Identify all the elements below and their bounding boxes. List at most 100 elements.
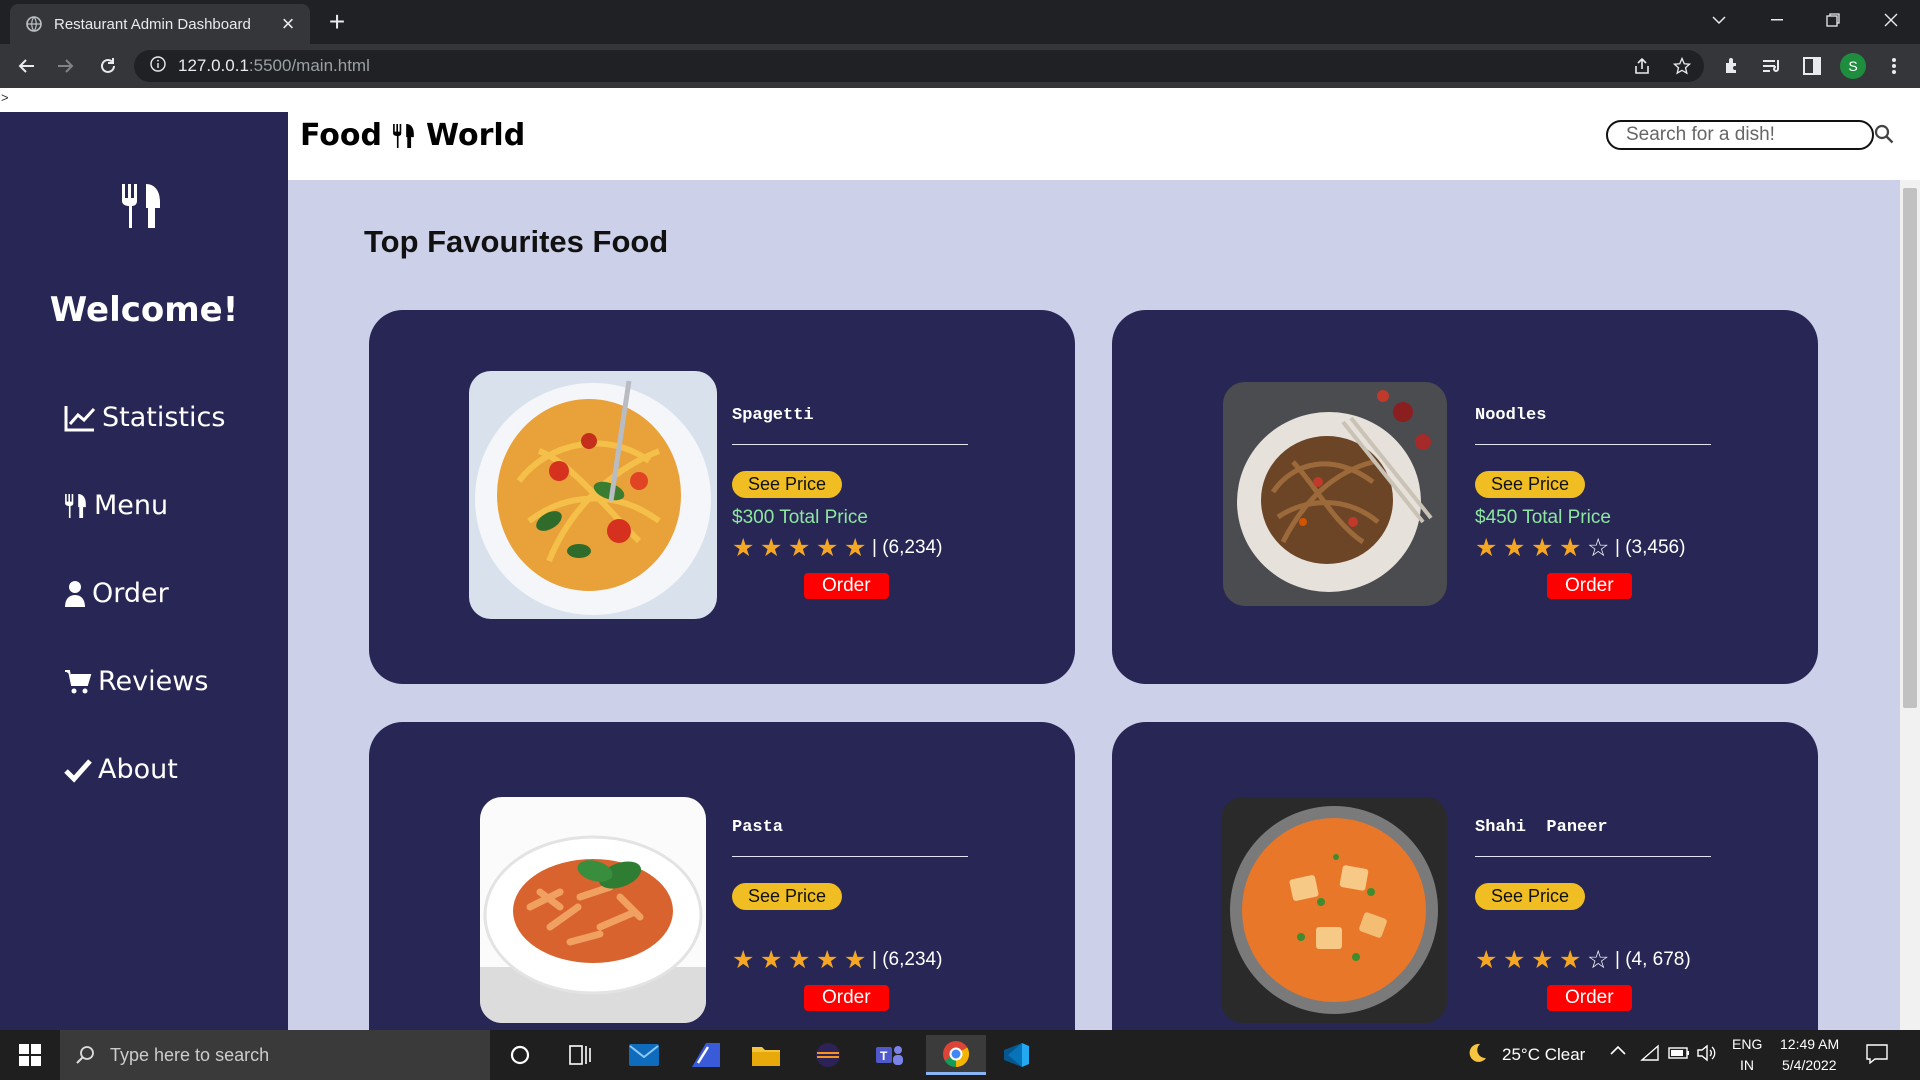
sidebar-item-statistics[interactable]: Statistics [64, 402, 225, 433]
total-price: $300 Total Price [732, 507, 868, 528]
brand-text-right: World [425, 118, 526, 153]
info-icon[interactable] [150, 55, 166, 77]
back-arrow-icon[interactable] [12, 52, 40, 80]
minimize-icon[interactable] [1752, 0, 1802, 40]
sidebar-item-order[interactable]: Order [64, 578, 169, 609]
windows-taskbar: Type here to search T 25°C Clear ENG IN … [0, 1030, 1920, 1080]
extensions-icon[interactable] [1720, 54, 1744, 78]
search-icon [76, 1046, 94, 1064]
more-menu-icon[interactable] [1882, 54, 1906, 78]
chrome-icon[interactable] [926, 1035, 986, 1075]
language-bottom[interactable]: IN [1740, 1057, 1754, 1073]
mail-icon[interactable] [618, 1035, 670, 1075]
media-control-icon[interactable] [1760, 54, 1784, 78]
taskbar-search[interactable]: Type here to search [60, 1030, 490, 1080]
order-button[interactable]: Order [804, 573, 889, 599]
brand-logo[interactable]: Food World [300, 118, 525, 153]
star-filled-icon: ★ [1531, 534, 1554, 562]
cortana-icon[interactable] [494, 1035, 546, 1075]
restore-icon[interactable] [1808, 0, 1858, 40]
new-tab-icon[interactable]: + [322, 8, 352, 36]
total-price [1475, 919, 1711, 943]
check-icon [64, 758, 92, 783]
order-button[interactable]: Order [1547, 573, 1632, 599]
tab-close-icon[interactable]: × [278, 13, 298, 35]
user-icon [65, 580, 85, 607]
clock-time[interactable]: 12:49 AM [1780, 1036, 1839, 1052]
sidebar: Welcome! Statistics Menu Order Reviews A… [0, 112, 288, 1030]
weather-moon-icon[interactable] [1466, 1042, 1488, 1069]
profile-avatar[interactable]: S [1840, 53, 1866, 79]
divider [732, 444, 968, 445]
side-panel-icon[interactable] [1800, 54, 1824, 78]
review-count: | (3,456) [1615, 537, 1686, 558]
teams-icon[interactable]: T [864, 1035, 916, 1075]
bookmark-star-icon[interactable] [1670, 54, 1694, 78]
review-count: | (4, 678) [1615, 949, 1691, 970]
order-button[interactable]: Order [804, 985, 889, 1011]
sidebar-item-label: About [98, 754, 178, 785]
star-filled-icon: ★ [1531, 946, 1554, 974]
stars: ★ ★ ★ ★ ★ [732, 535, 872, 561]
sidebar-item-label: Statistics [102, 402, 226, 433]
vscode-icon[interactable] [990, 1035, 1042, 1075]
sidebar-item-menu[interactable]: Menu [64, 490, 168, 521]
see-price-button[interactable]: See Price [1475, 883, 1586, 910]
tab-search-icon[interactable] [1694, 0, 1744, 40]
see-price-button[interactable]: See Price [732, 883, 843, 910]
task-view-icon[interactable] [554, 1035, 606, 1075]
star-filled-icon: ★ [1503, 534, 1526, 562]
star-filled-icon: ★ [1503, 946, 1526, 974]
powerapps-icon[interactable] [680, 1035, 732, 1075]
dish-name: Noodles [1475, 406, 1547, 425]
rating: ★ ★ ★ ★ ★ | (6,234) [732, 947, 968, 973]
sidebar-item-reviews[interactable]: Reviews [64, 666, 208, 697]
url-host: 127.0.0.1 [178, 56, 249, 75]
dish-name: Pasta [732, 818, 784, 837]
page-scrollbar[interactable] [1900, 180, 1920, 1030]
language-top[interactable]: ENG [1732, 1036, 1762, 1052]
address-bar[interactable]: 127.0.0.1:5500/main.html [134, 50, 1704, 82]
chevron-up-icon[interactable] [1610, 1042, 1626, 1060]
sidebar-item-about[interactable]: About [64, 754, 178, 785]
close-window-icon[interactable] [1866, 0, 1916, 40]
review-count: | (6,234) [872, 949, 943, 970]
forward-arrow-icon[interactable] [52, 52, 80, 80]
network-icon[interactable] [1640, 1044, 1660, 1067]
weather-text[interactable]: 25°C Clear [1502, 1045, 1585, 1065]
file-explorer-icon[interactable] [740, 1035, 792, 1075]
windows-start-icon[interactable] [6, 1035, 54, 1075]
share-icon[interactable] [1630, 54, 1654, 78]
sidebar-item-label: Order [92, 578, 169, 609]
notification-icon[interactable] [1866, 1044, 1888, 1069]
reload-icon[interactable] [94, 52, 122, 80]
utensils-icon [393, 123, 414, 148]
food-image-noodles [1223, 382, 1447, 606]
star-filled-icon: ★ [1559, 534, 1582, 562]
svg-text:T: T [880, 1049, 888, 1063]
see-price-button[interactable]: See Price [732, 471, 843, 498]
sidebar-item-label: Reviews [98, 666, 209, 697]
search-input[interactable] [1606, 120, 1874, 150]
scrollbar-thumb[interactable] [1903, 188, 1917, 708]
food-info: Pasta See Price ★ ★ ★ ★ ★ | (6,234) Order [732, 818, 968, 1011]
volume-icon[interactable] [1696, 1044, 1716, 1067]
eclipse-icon[interactable] [802, 1035, 854, 1075]
clock-date[interactable]: 5/4/2022 [1782, 1057, 1837, 1073]
utensils-logo-icon [120, 182, 164, 230]
brand-text-left: Food [300, 118, 382, 153]
food-card: Noodles See Price $450 Total Price ★ ★ ★ ★ ☆… [1112, 310, 1818, 684]
battery-icon[interactable] [1668, 1046, 1690, 1064]
search-icon[interactable] [1874, 124, 1898, 148]
browser-tab[interactable]: Restaurant Admin Dashboard × [10, 4, 310, 44]
star-empty-icon: ☆ [1587, 946, 1610, 974]
see-price-button[interactable]: See Price [1475, 471, 1586, 498]
stars: ★ ★ ★ ★ ☆ [1475, 535, 1615, 561]
food-image-spagetti [469, 371, 717, 619]
food-info: Spagetti See Price $300 Total Price ★ ★ ★ ★… [732, 406, 968, 599]
utensils-icon [65, 493, 86, 518]
tab-title: Restaurant Admin Dashboard [54, 15, 251, 33]
order-button[interactable]: Order [1547, 985, 1632, 1011]
star-filled-icon: ★ [732, 946, 755, 974]
star-filled-icon: ★ [816, 946, 839, 974]
